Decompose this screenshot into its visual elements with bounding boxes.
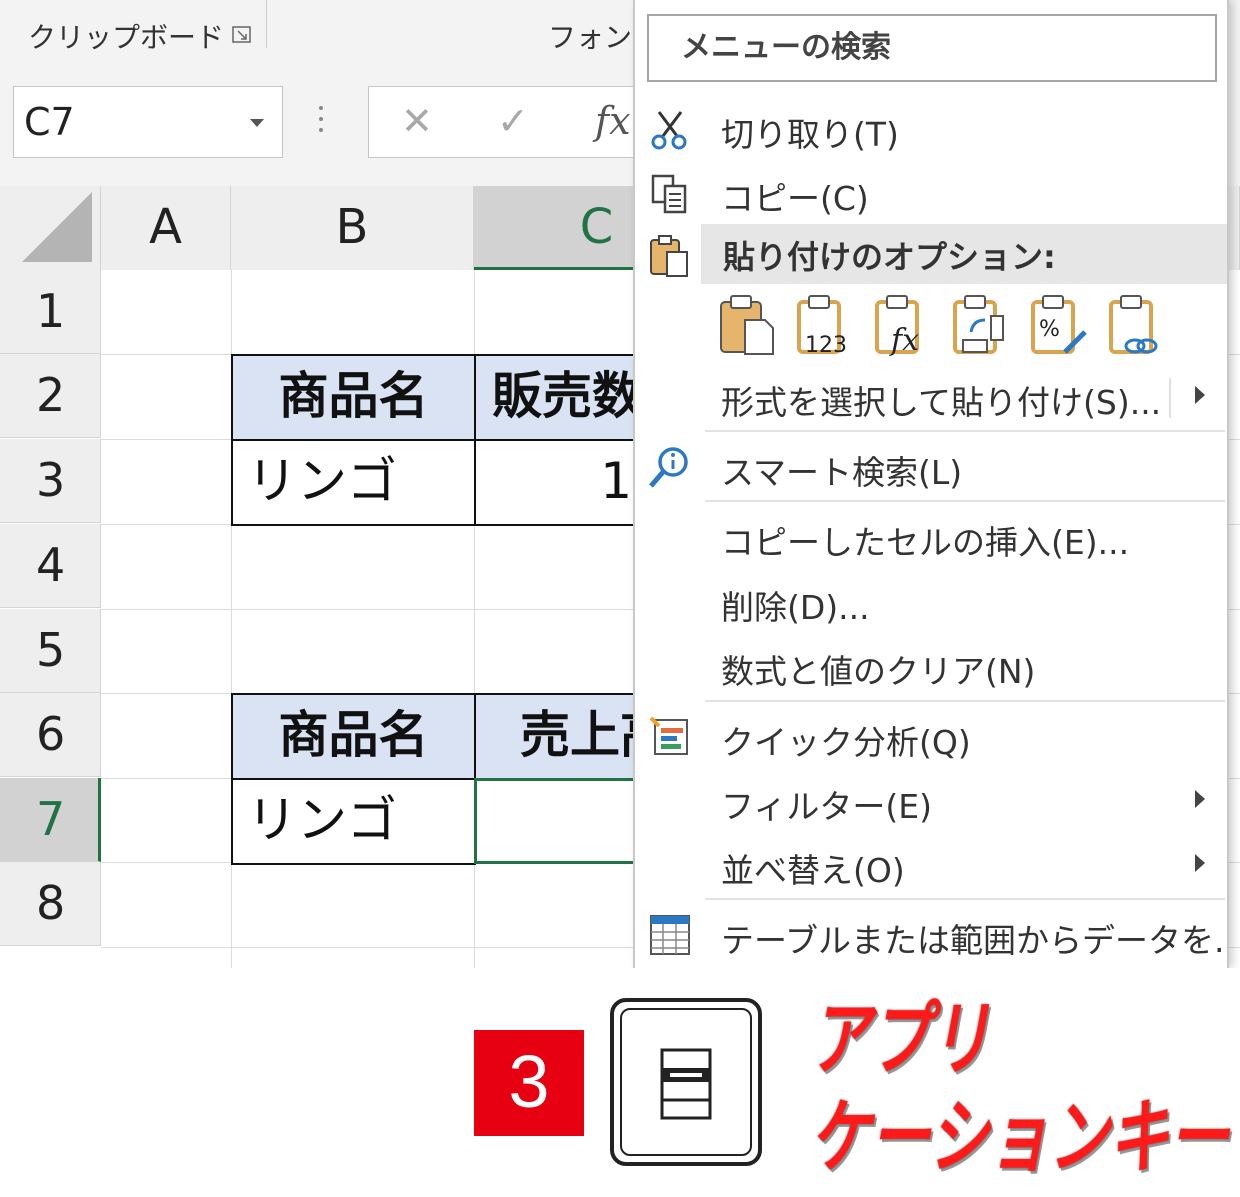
menu-item-delete[interactable]: 削除(D)... [635, 573, 1227, 633]
cell-b7[interactable]: リンゴ [231, 778, 476, 865]
menu-item-paste-special[interactable]: 形式を選択して貼り付け(S)... [635, 368, 1227, 428]
menu-item-label: コピー(C) [721, 179, 869, 218]
paste-options-header: 貼り付けのオプション: [701, 224, 1227, 284]
chevron-down-icon[interactable] [250, 119, 264, 127]
name-box[interactable]: C7 [13, 86, 283, 158]
menu-item-label: スマート検索(L) [721, 453, 963, 492]
paste-values-icon[interactable]: 123 [795, 292, 855, 358]
smart-lookup-icon [649, 447, 688, 488]
cell-b3[interactable]: リンゴ [231, 439, 476, 526]
paste-all-icon[interactable] [717, 292, 777, 358]
cancel-icon[interactable]: ✕ [401, 99, 433, 143]
insert-function-icon[interactable]: fx [595, 99, 631, 143]
menu-separator [705, 898, 1225, 900]
name-box-value: C7 [24, 100, 75, 144]
paste-formatting-icon[interactable]: % [1029, 292, 1089, 358]
clipboard-paste-icon [650, 235, 688, 277]
context-menu: メニューの検索 切り取り(T) コピー(C) 貼り付けのオプション: 123 f… [633, 0, 1229, 968]
submenu-divider [1169, 378, 1171, 418]
menu-item-label: フィルター(E) [721, 787, 932, 826]
enter-icon[interactable]: ✓ [497, 99, 529, 143]
paste-options-label: 貼り付けのオプション: [723, 238, 1056, 276]
cell-b2[interactable]: 商品名 [231, 354, 476, 441]
application-key-annotation: 3 アプリ ケーションキー [0, 968, 1240, 1197]
menu-search-input[interactable]: メニューの検索 [647, 14, 1217, 82]
menu-item-insert-copied-cells[interactable]: コピーしたセルの挿入(E)... [635, 508, 1227, 568]
paste-values-label: 123 [805, 333, 847, 358]
application-key-label-line2: ケーションキー [810, 1090, 1229, 1186]
menu-item-cut[interactable]: 切り取り(T) [635, 100, 1227, 160]
menu-item-copy[interactable]: コピー(C) [635, 164, 1227, 224]
application-key-keycap [610, 998, 762, 1166]
chevron-right-icon [1195, 790, 1205, 808]
menu-item-label: 並べ替え(O) [721, 851, 905, 890]
row-header-6[interactable]: 6 [0, 693, 101, 777]
menu-item-label: コピーしたセルの挿入(E)... [721, 523, 1130, 562]
drag-handle-icon[interactable] [318, 106, 324, 140]
paste-link-icon[interactable] [1107, 292, 1167, 358]
row-header-8[interactable]: 8 [0, 862, 101, 946]
menu-separator [705, 430, 1225, 432]
column-header-a[interactable]: A [101, 186, 231, 270]
menu-item-get-data-from-table[interactable]: テーブルまたは範囲からデータを... [635, 906, 1227, 966]
menu-item-smart-lookup[interactable]: スマート検索(L) [635, 438, 1227, 498]
menu-item-clear-contents[interactable]: 数式と値のクリア(N) [635, 637, 1227, 697]
paste-transpose-icon[interactable] [951, 292, 1011, 358]
dialog-launcher-icon[interactable] [232, 26, 252, 44]
menu-item-label: 数式と値のクリア(N) [721, 652, 1036, 691]
menu-item-sort[interactable]: 並べ替え(O) [635, 836, 1227, 896]
cell-b6[interactable]: 商品名 [231, 693, 476, 780]
row-header-2[interactable]: 2 [0, 354, 101, 438]
paste-formulas-icon[interactable]: fx [873, 292, 933, 358]
chevron-right-icon [1195, 386, 1205, 404]
copy-icon [651, 174, 687, 214]
paste-formatting-label: % [1039, 317, 1060, 342]
select-all-button[interactable] [0, 186, 101, 270]
menu-separator [705, 500, 1225, 502]
quick-analysis-icon [649, 716, 688, 755]
column-header-b[interactable]: B [231, 186, 474, 270]
chevron-right-icon [1195, 854, 1205, 872]
menu-item-label: 形式を選択して貼り付け(S)... [721, 383, 1162, 422]
row-header-7[interactable]: 7 [0, 778, 101, 862]
menu-key-icon [660, 1048, 712, 1120]
step-number-badge: 3 [474, 1030, 584, 1136]
row-header-1[interactable]: 1 [0, 270, 101, 354]
row-header-4[interactable]: 4 [0, 524, 101, 608]
menu-item-label: クイック分析(Q) [721, 723, 971, 762]
menu-item-label: 削除(D)... [721, 588, 870, 627]
menu-separator [705, 700, 1225, 702]
paste-formulas-label: fx [889, 323, 919, 358]
menu-item-label: 切り取り(T) [721, 115, 899, 154]
scissors-icon [651, 111, 687, 150]
clipboard-group-label: クリップボード [28, 21, 225, 54]
row-header-5[interactable]: 5 [0, 609, 101, 693]
table-icon [650, 915, 690, 955]
row-header-3[interactable]: 3 [0, 439, 101, 523]
menu-item-quick-analysis[interactable]: クイック分析(Q) [635, 708, 1227, 768]
formula-bar[interactable]: ✕ ✓ fx [368, 86, 668, 158]
ribbon-separator [266, 0, 267, 48]
menu-item-label: テーブルまたは範囲からデータを... [721, 921, 1229, 960]
menu-item-filter[interactable]: フィルター(E) [635, 772, 1227, 832]
